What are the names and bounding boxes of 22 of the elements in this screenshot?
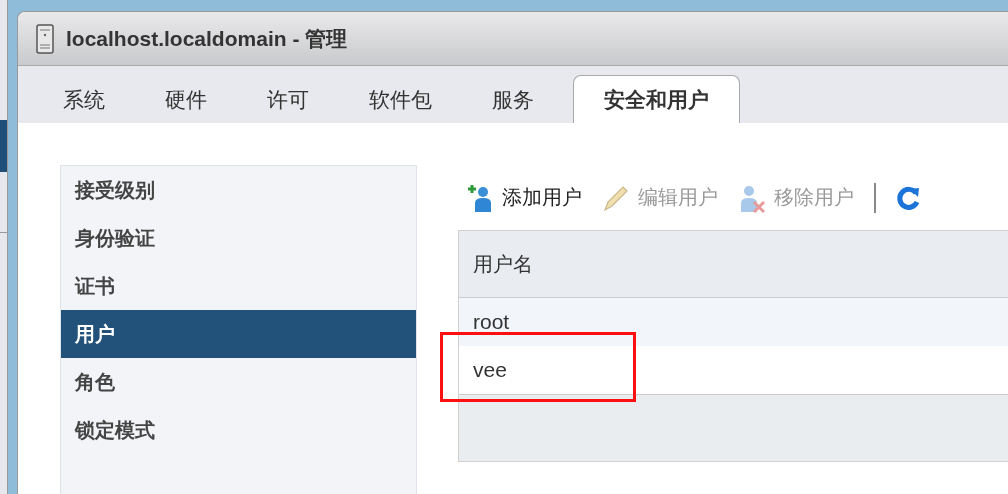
table-cell-text: vee — [472, 358, 507, 382]
sidebar-item[interactable]: 证书 — [61, 262, 416, 310]
table-cell-text: root — [472, 310, 510, 334]
user-plus-icon — [468, 182, 494, 213]
sidebar-item[interactable]: 接受级别 — [61, 166, 416, 214]
table-row[interactable]: root — [459, 298, 1008, 346]
sidebar-item[interactable]: 锁定模式 — [61, 406, 416, 454]
sidebar-item[interactable]: 身份验证 — [61, 214, 416, 262]
sidebar-item[interactable]: 角色 — [61, 358, 416, 406]
server-icon — [36, 23, 54, 54]
sidebar-item[interactable]: 用户 — [61, 310, 416, 358]
refresh-icon — [896, 184, 920, 211]
column-header[interactable]: 用户名 — [459, 250, 533, 278]
tab[interactable]: 硬件 — [144, 75, 228, 123]
tab[interactable]: 系统 — [42, 75, 126, 123]
tab[interactable]: 安全和用户 — [573, 75, 740, 123]
window-title: localhost.localdomain - 管理 — [66, 25, 348, 52]
add-user-button[interactable]: 添加用户 — [468, 182, 582, 213]
refresh-button[interactable] — [896, 184, 920, 211]
tab[interactable]: 服务 — [471, 75, 555, 123]
tab[interactable]: 软件包 — [348, 75, 453, 123]
tab[interactable]: 许可 — [246, 75, 330, 123]
